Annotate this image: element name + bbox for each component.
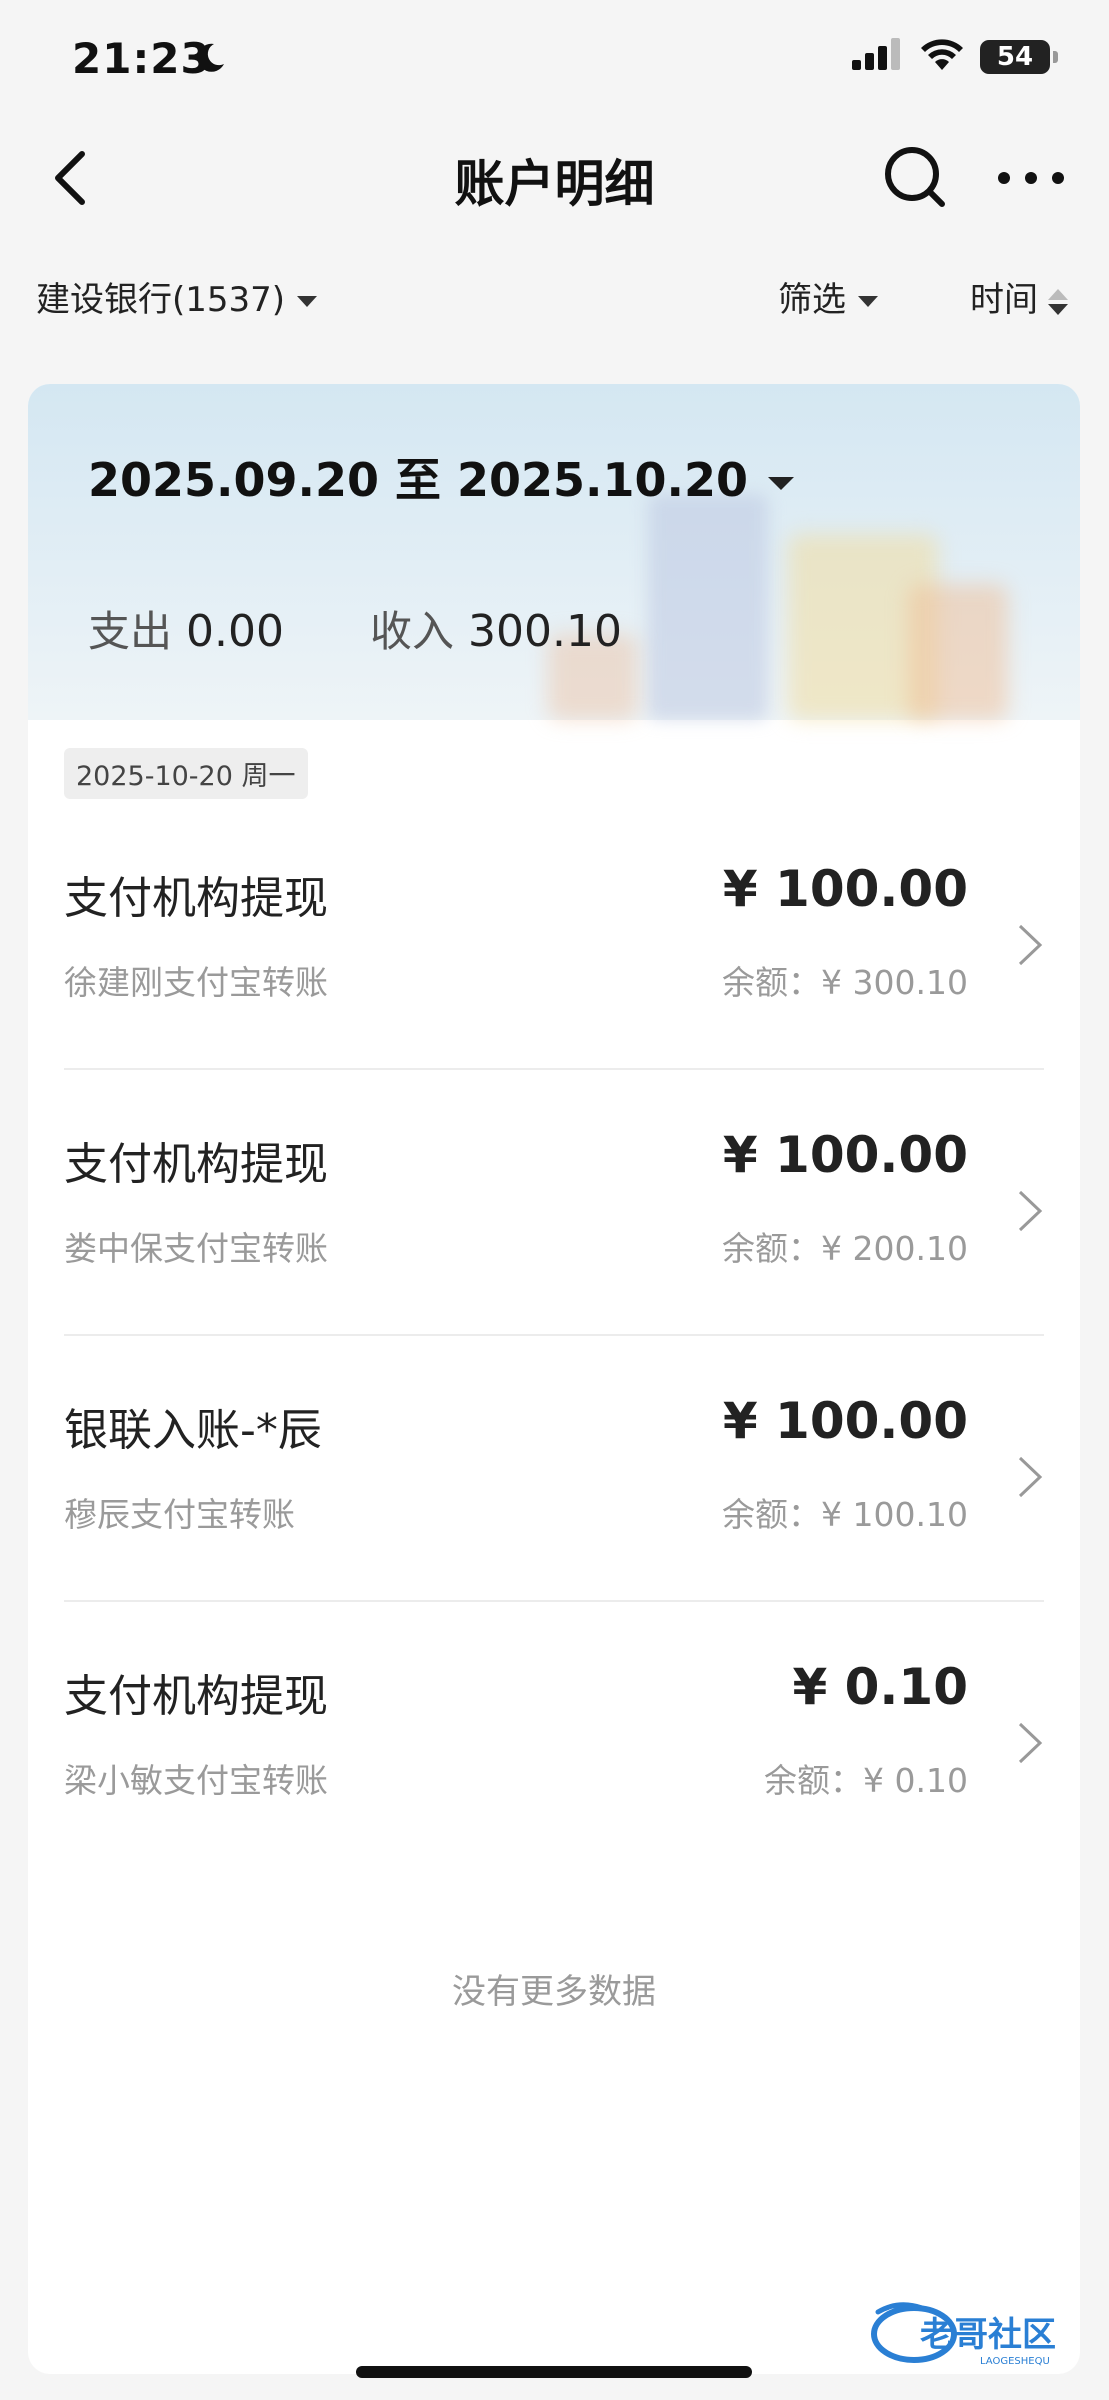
filter-button[interactable]: 筛选 <box>778 272 878 321</box>
transaction-item[interactable]: 支付机构提现 娄中保支付宝转账 ¥ 100.00 余额：¥ 200.10 <box>64 1070 1044 1336</box>
transaction-balance: 余额：¥ 300.10 <box>722 963 968 1002</box>
filter-label: 筛选 <box>778 280 846 320</box>
status-bar: 21:23 54 <box>0 0 1109 120</box>
transaction-desc: 梁小敏支付宝转账 <box>64 1761 328 1800</box>
date-group-badge: 2025-10-20 周一 <box>64 748 308 799</box>
svg-text:老哥社区: 老哥社区 <box>920 2315 1056 2355</box>
dropdown-caret-icon <box>858 296 878 307</box>
transaction-desc: 娄中保支付宝转账 <box>64 1229 328 1268</box>
transaction-desc: 徐建刚支付宝转账 <box>64 963 328 1002</box>
transaction-balance: 余额：¥ 200.10 <box>722 1229 968 1268</box>
dropdown-caret-icon <box>768 477 795 490</box>
transaction-amount: ¥ 100.00 <box>722 1392 968 1450</box>
transaction-desc: 穆辰支付宝转账 <box>64 1495 295 1534</box>
date-range-label: 2025.09.20 至 2025.10.20 <box>88 453 749 507</box>
battery-icon: 54 <box>980 40 1058 74</box>
more-icon[interactable] <box>996 168 1066 188</box>
date-range-selector[interactable]: 2025.09.20 至 2025.10.20 <box>88 444 795 510</box>
transaction-title: 支付机构提现 <box>64 1671 328 1722</box>
watermark-logo: 老哥社区 LAOGESHEQU <box>871 2302 1056 2367</box>
transaction-item[interactable]: 银联入账-*辰 穆辰支付宝转账 ¥ 100.00 余额：¥ 100.10 <box>64 1336 1044 1602</box>
dropdown-caret-icon <box>297 296 318 307</box>
home-indicator[interactable] <box>356 2366 752 2378</box>
transaction-balance: 余额：¥ 0.10 <box>764 1761 968 1800</box>
transaction-title: 银联入账-*辰 <box>64 1405 322 1456</box>
income-label: 收入 <box>370 607 455 656</box>
filter-bar: 建设银行(1537) 筛选 时间 <box>0 256 1109 336</box>
expense-value: 0.00 <box>186 606 284 657</box>
wifi-icon <box>921 39 963 70</box>
transactions-card: 2025.09.20 至 2025.10.20 支出 0.00 收入 300.10 … <box>28 384 1080 2374</box>
chevron-right-icon <box>1018 924 1043 966</box>
svg-text:LAOGESHEQU: LAOGESHEQU <box>980 2356 1050 2367</box>
no-more-data-text: 没有更多数据 <box>452 1972 656 2012</box>
expense-summary: 支出 0.00 <box>88 598 284 659</box>
transaction-title: 支付机构提现 <box>64 873 328 924</box>
transaction-amount: ¥ 0.10 <box>792 1658 968 1716</box>
transaction-amount: ¥ 100.00 <box>722 1126 968 1184</box>
income-value: 300.10 <box>468 606 622 657</box>
time-sort-label: 时间 <box>970 280 1038 320</box>
moon-icon <box>197 43 224 72</box>
transaction-item[interactable]: 支付机构提现 梁小敏支付宝转账 ¥ 0.10 余额：¥ 0.10 <box>64 1602 1044 1868</box>
transaction-balance: 余额：¥ 100.10 <box>722 1495 968 1534</box>
expense-label: 支出 <box>88 607 173 656</box>
transaction-amount: ¥ 100.00 <box>722 860 968 918</box>
income-summary: 收入 300.10 <box>370 598 622 659</box>
summary-banner: 2025.09.20 至 2025.10.20 支出 0.00 收入 300.10 <box>28 384 1080 720</box>
transaction-title: 支付机构提现 <box>64 1139 328 1190</box>
transaction-item[interactable]: 支付机构提现 徐建刚支付宝转账 ¥ 100.00 余额：¥ 300.10 <box>64 804 1044 1070</box>
account-label: 建设银行(1537) <box>36 280 286 320</box>
chevron-right-icon <box>1018 1190 1043 1232</box>
nav-bar: 账户明细 <box>0 120 1109 236</box>
status-time: 21:23 <box>72 34 211 83</box>
sort-icon <box>1048 287 1068 317</box>
signal-icon <box>852 38 900 70</box>
chevron-right-icon <box>1018 1722 1043 1764</box>
account-selector[interactable]: 建设银行(1537) <box>36 272 318 321</box>
search-icon[interactable] <box>882 144 948 210</box>
chevron-right-icon <box>1018 1456 1043 1498</box>
time-sort-button[interactable]: 时间 <box>970 272 1068 321</box>
